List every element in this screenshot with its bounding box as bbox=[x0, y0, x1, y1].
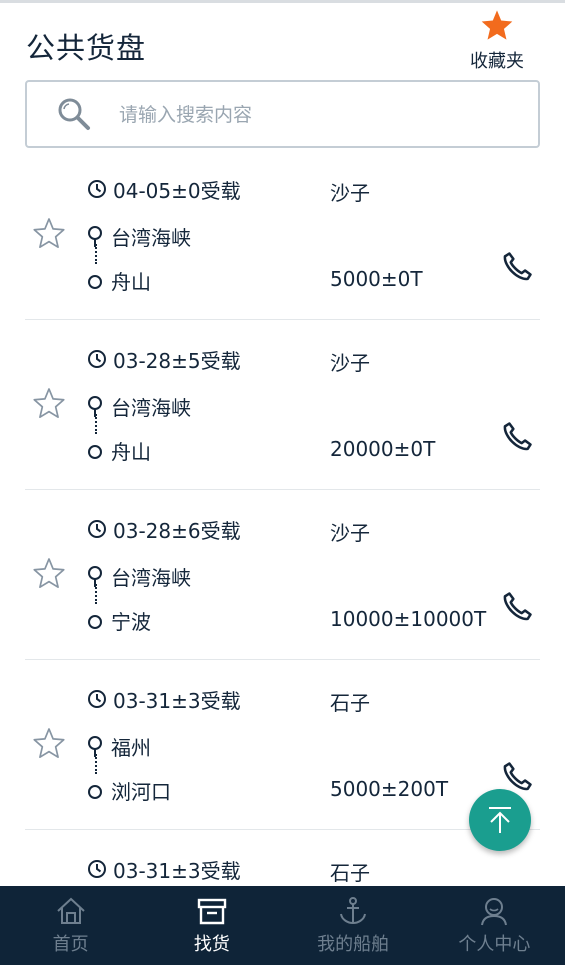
clock-icon bbox=[88, 180, 106, 198]
clock-icon bbox=[88, 350, 106, 368]
tab-profile[interactable]: 个人中心 bbox=[424, 886, 565, 965]
home-icon bbox=[56, 897, 85, 924]
destination-text: 舟山 bbox=[111, 270, 151, 294]
star-outline-icon[interactable] bbox=[32, 726, 66, 760]
origin-text: 台湾海峡 bbox=[111, 566, 191, 590]
load-date: 03-28±6受载 bbox=[87, 516, 241, 543]
tab-label: 找货 bbox=[193, 934, 230, 955]
origin-text: 福州 bbox=[111, 736, 151, 760]
load-date: 03-31±3受载 bbox=[87, 686, 241, 713]
favorites-label: 收藏夹 bbox=[470, 51, 524, 72]
destination: 舟山 bbox=[87, 266, 151, 295]
cargo-type: 沙子 bbox=[330, 521, 370, 545]
tonnage: 5000±0T bbox=[330, 267, 423, 291]
tonnage: 5000±200T bbox=[330, 777, 449, 801]
phone-icon[interactable] bbox=[500, 250, 534, 284]
date-text: 03-31±3受载 bbox=[113, 858, 241, 883]
cargo-type: 石子 bbox=[330, 691, 370, 715]
date-text: 03-28±6受载 bbox=[113, 518, 241, 543]
star-outline-icon[interactable] bbox=[32, 216, 66, 250]
clock-icon bbox=[88, 860, 106, 878]
destination: 浏河口 bbox=[87, 776, 171, 805]
date-text: 04-05±0受载 bbox=[113, 178, 241, 203]
box-icon bbox=[197, 898, 227, 925]
origin: 台湾海峡 bbox=[87, 392, 191, 421]
destination-text: 舟山 bbox=[111, 440, 151, 464]
anchor-icon bbox=[340, 897, 367, 925]
origin-text: 台湾海峡 bbox=[111, 396, 191, 420]
origin-text: 台湾海峡 bbox=[111, 226, 191, 250]
route-connector bbox=[95, 754, 97, 774]
star-outline-icon[interactable] bbox=[32, 386, 66, 420]
page-title: 公共货盘 bbox=[26, 31, 147, 65]
tab-my-ships[interactable]: 我的船舶 bbox=[283, 886, 424, 965]
page-header: 公共货盘 收藏夹 bbox=[0, 3, 565, 75]
load-date: 03-28±5受载 bbox=[87, 346, 241, 373]
destination-circle-icon bbox=[88, 274, 102, 289]
star-filled-icon bbox=[481, 10, 513, 40]
tab-label: 个人中心 bbox=[458, 934, 531, 955]
load-date: 04-05±0受载 bbox=[87, 176, 241, 203]
origin: 台湾海峡 bbox=[87, 222, 191, 251]
cargo-type: 沙子 bbox=[330, 181, 370, 205]
phone-icon[interactable] bbox=[500, 590, 534, 624]
person-icon bbox=[481, 898, 508, 926]
phone-icon[interactable] bbox=[500, 420, 534, 454]
date-text: 03-28±5受载 bbox=[113, 348, 241, 373]
clock-icon bbox=[88, 520, 106, 538]
destination-circle-icon bbox=[88, 784, 102, 799]
destination-text: 浏河口 bbox=[111, 780, 171, 804]
cargo-type: 沙子 bbox=[330, 351, 370, 375]
destination: 宁波 bbox=[87, 606, 151, 635]
origin: 台湾海峡 bbox=[87, 562, 191, 591]
bottom-tab-bar: 首页 找货 我的船舶 个人中心 bbox=[0, 886, 565, 965]
star-outline-icon[interactable] bbox=[32, 556, 66, 590]
search-input[interactable] bbox=[119, 100, 499, 130]
destination-text: 宁波 bbox=[111, 610, 151, 634]
tonnage: 10000±10000T bbox=[330, 607, 487, 631]
route-connector bbox=[95, 414, 97, 434]
destination-circle-icon bbox=[88, 614, 102, 629]
cargo-type: 石子 bbox=[330, 861, 370, 885]
route-connector bbox=[95, 584, 97, 604]
scroll-to-top-button[interactable] bbox=[469, 789, 531, 851]
date-text: 03-31±3受载 bbox=[113, 688, 241, 713]
tab-label: 我的船舶 bbox=[317, 934, 390, 955]
list-item[interactable]: 03-28±6受载 沙子 台湾海峡 宁波 10000±10000T bbox=[0, 490, 565, 660]
search-icon bbox=[58, 98, 90, 130]
route-connector bbox=[95, 244, 97, 264]
tonnage: 20000±0T bbox=[330, 437, 436, 461]
search-box[interactable] bbox=[25, 80, 540, 148]
tab-find-cargo[interactable]: 找货 bbox=[141, 886, 282, 965]
load-date: 03-31±3受载 bbox=[87, 856, 241, 883]
list-item[interactable]: 04-05±0受载 沙子 台湾海峡 舟山 5000±0T bbox=[0, 150, 565, 320]
destination-circle-icon bbox=[88, 444, 102, 459]
cargo-list[interactable]: 04-05±0受载 沙子 台湾海峡 舟山 5000±0T 03-28±5受载 沙… bbox=[0, 150, 565, 886]
tab-home[interactable]: 首页 bbox=[0, 886, 141, 965]
arrow-up-icon bbox=[489, 807, 511, 833]
clock-icon bbox=[88, 690, 106, 708]
destination: 舟山 bbox=[87, 436, 151, 465]
tab-label: 首页 bbox=[52, 934, 89, 955]
list-item[interactable]: 03-28±5受载 沙子 台湾海峡 舟山 20000±0T bbox=[0, 320, 565, 490]
favorites-button[interactable]: 收藏夹 bbox=[467, 9, 527, 73]
